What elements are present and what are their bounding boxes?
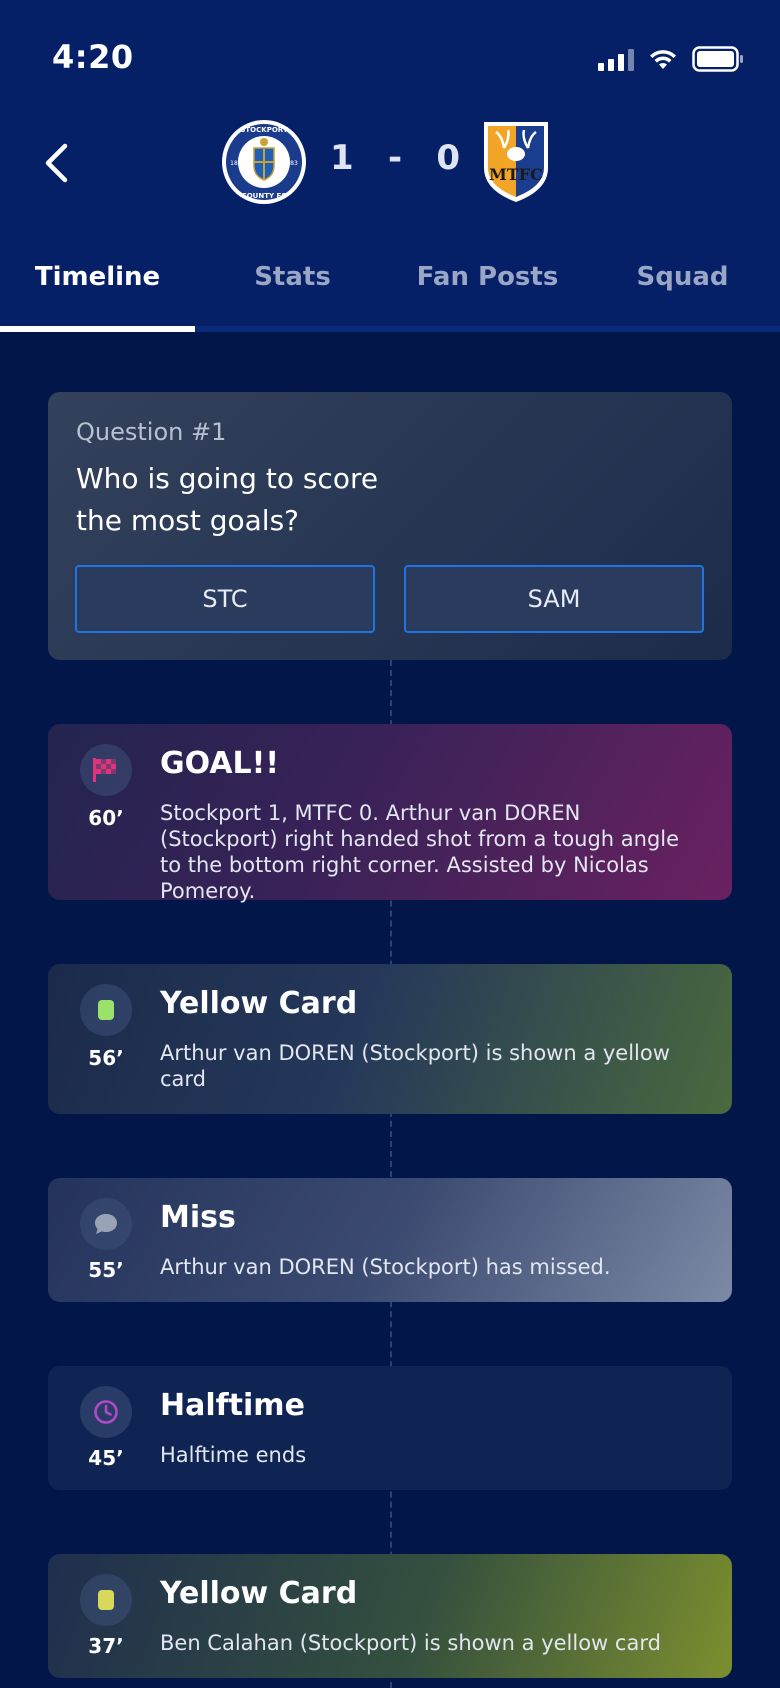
svg-text:18: 18: [230, 160, 238, 167]
event-icon-badge: [80, 1198, 132, 1250]
cellular-signal-icon: [598, 47, 634, 71]
answer-option-sam[interactable]: SAM: [404, 565, 704, 633]
timeline-event-halftime[interactable]: 45’ Halftime Halftime ends: [48, 1366, 732, 1490]
tab-squad[interactable]: Squad: [585, 262, 780, 292]
status-time: 4:20: [52, 38, 134, 76]
tab-stats[interactable]: Stats: [195, 262, 390, 292]
event-icon-badge: [80, 1574, 132, 1626]
event-icon-badge: [80, 1386, 132, 1438]
event-description: Arthur van DOREN (Stockport) is shown a …: [160, 1041, 670, 1091]
event-minute: 45’: [88, 1446, 124, 1470]
event-minute: 60’: [88, 806, 124, 830]
event-title: Yellow Card: [160, 986, 358, 1021]
timeline-event-yellow-card[interactable]: 37’ Yellow Card Ben Calahan (Stockport) …: [48, 1554, 732, 1678]
timeline-event-goal[interactable]: 60’ GOAL!! Stockport 1, MTFC 0. Arthur v…: [48, 724, 732, 903]
event-icon-badge: [80, 744, 132, 796]
event-description: Halftime ends: [160, 1443, 307, 1467]
svg-text:83: 83: [290, 160, 298, 167]
chat-bubble-icon: [95, 1214, 117, 1234]
event-description: Arthur van DOREN (Stockport) has missed.: [160, 1255, 611, 1279]
question-card: Question #1 Who is going to score the mo…: [48, 392, 732, 660]
mansfield-crest-icon: MTFC: [484, 122, 548, 202]
status-icons: [598, 44, 744, 74]
tab-active-indicator: [0, 326, 195, 332]
tab-bar: Timeline Stats Fan Posts Squad: [0, 262, 780, 330]
battery-icon: [692, 46, 743, 72]
event-title: GOAL!!: [160, 746, 280, 781]
home-score: 1: [330, 138, 354, 178]
question-text: Who is going to score the most goals?: [76, 462, 379, 537]
timeline-event-miss[interactable]: 55’ Miss Arthur van DOREN (Stockport) ha…: [48, 1178, 732, 1302]
stockport-crest-icon: STOCKPORT COUNTY FC 18 83: [222, 120, 306, 204]
card-icon: [98, 1000, 114, 1020]
svg-text:MTFC: MTFC: [489, 165, 543, 184]
svg-text:STOCKPORT: STOCKPORT: [240, 126, 287, 134]
tab-timeline[interactable]: Timeline: [0, 262, 195, 292]
event-minute: 55’: [88, 1258, 124, 1282]
event-title: Halftime: [160, 1388, 305, 1423]
answer-option-stc[interactable]: STC: [75, 565, 375, 633]
away-score: 0: [436, 138, 460, 178]
event-title: Miss: [160, 1200, 236, 1235]
wifi-icon: [650, 50, 676, 69]
card-icon: [98, 1590, 114, 1610]
match-header: 4:20 STOCKPORT COUNTY FC 18 83 1 - 0 MTF…: [0, 0, 780, 330]
tab-fan-posts[interactable]: Fan Posts: [390, 262, 585, 292]
timeline-event-yellow-card[interactable]: 56’ Yellow Card Arthur van DOREN (Stockp…: [48, 964, 732, 1114]
checkered-flag-icon: [93, 758, 116, 782]
event-icon-badge: [80, 984, 132, 1036]
event-minute: 56’: [88, 1046, 124, 1070]
event-title: Yellow Card: [160, 1576, 358, 1611]
event-description: Stockport 1, MTFC 0. Arthur van DOREN (S…: [160, 801, 680, 903]
event-description: Ben Calahan (Stockport) is shown a yello…: [160, 1631, 661, 1655]
clock-icon: [94, 1400, 118, 1424]
score-row: STOCKPORT COUNTY FC 18 83 1 - 0 MTFC: [0, 118, 780, 208]
score-separator: -: [387, 138, 403, 178]
event-minute: 37’: [88, 1634, 124, 1658]
score: 1 - 0: [330, 138, 460, 178]
question-number: Question #1: [76, 418, 227, 446]
svg-text:COUNTY FC: COUNTY FC: [242, 192, 287, 200]
